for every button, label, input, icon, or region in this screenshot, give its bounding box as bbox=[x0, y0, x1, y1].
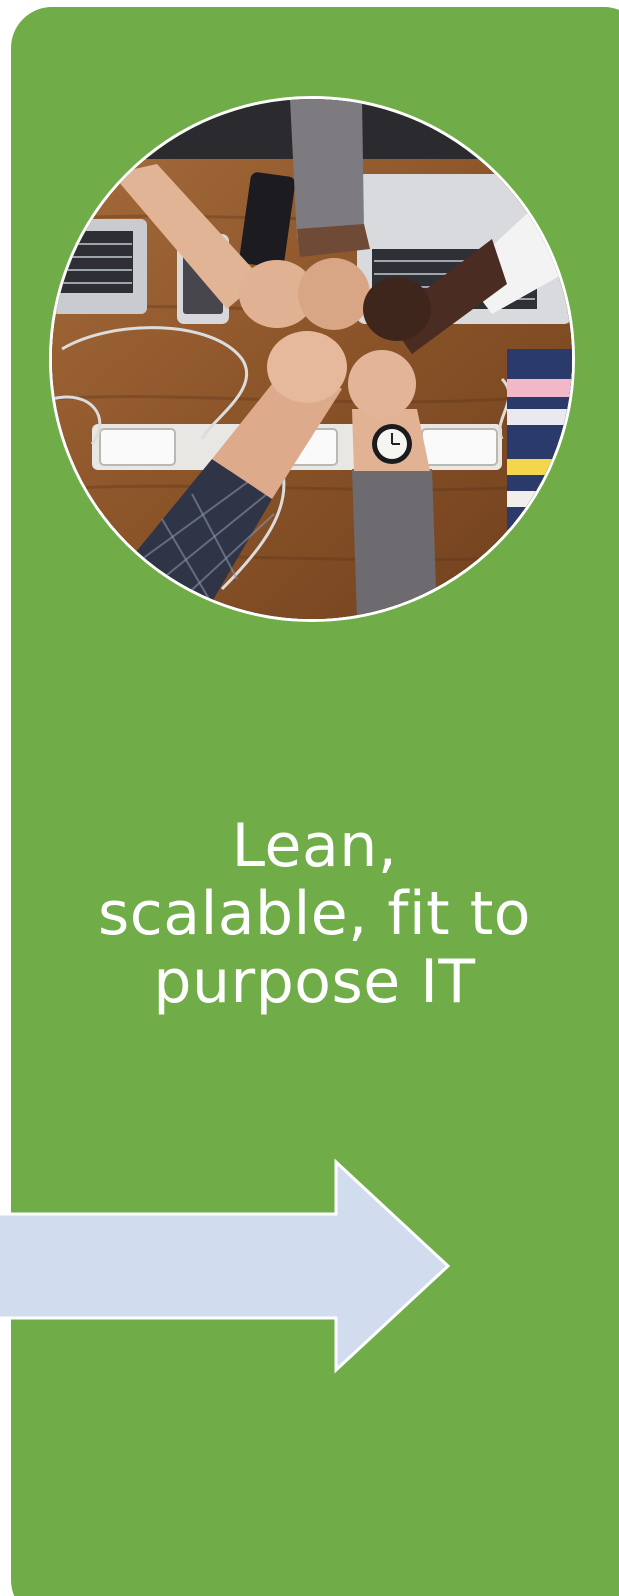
right-arrow-shape bbox=[0, 1158, 451, 1374]
slide-canvas: Lean, scalable, fit to purpose IT bbox=[0, 0, 619, 1596]
headline-line-3: purpose IT bbox=[153, 947, 476, 1017]
headline-line-1: Lean, bbox=[231, 811, 398, 881]
team-fist-bump-photo bbox=[49, 96, 575, 622]
headline-text: Lean, scalable, fit to purpose IT bbox=[40, 812, 589, 1016]
headline-line-2: scalable, fit to bbox=[98, 879, 531, 949]
